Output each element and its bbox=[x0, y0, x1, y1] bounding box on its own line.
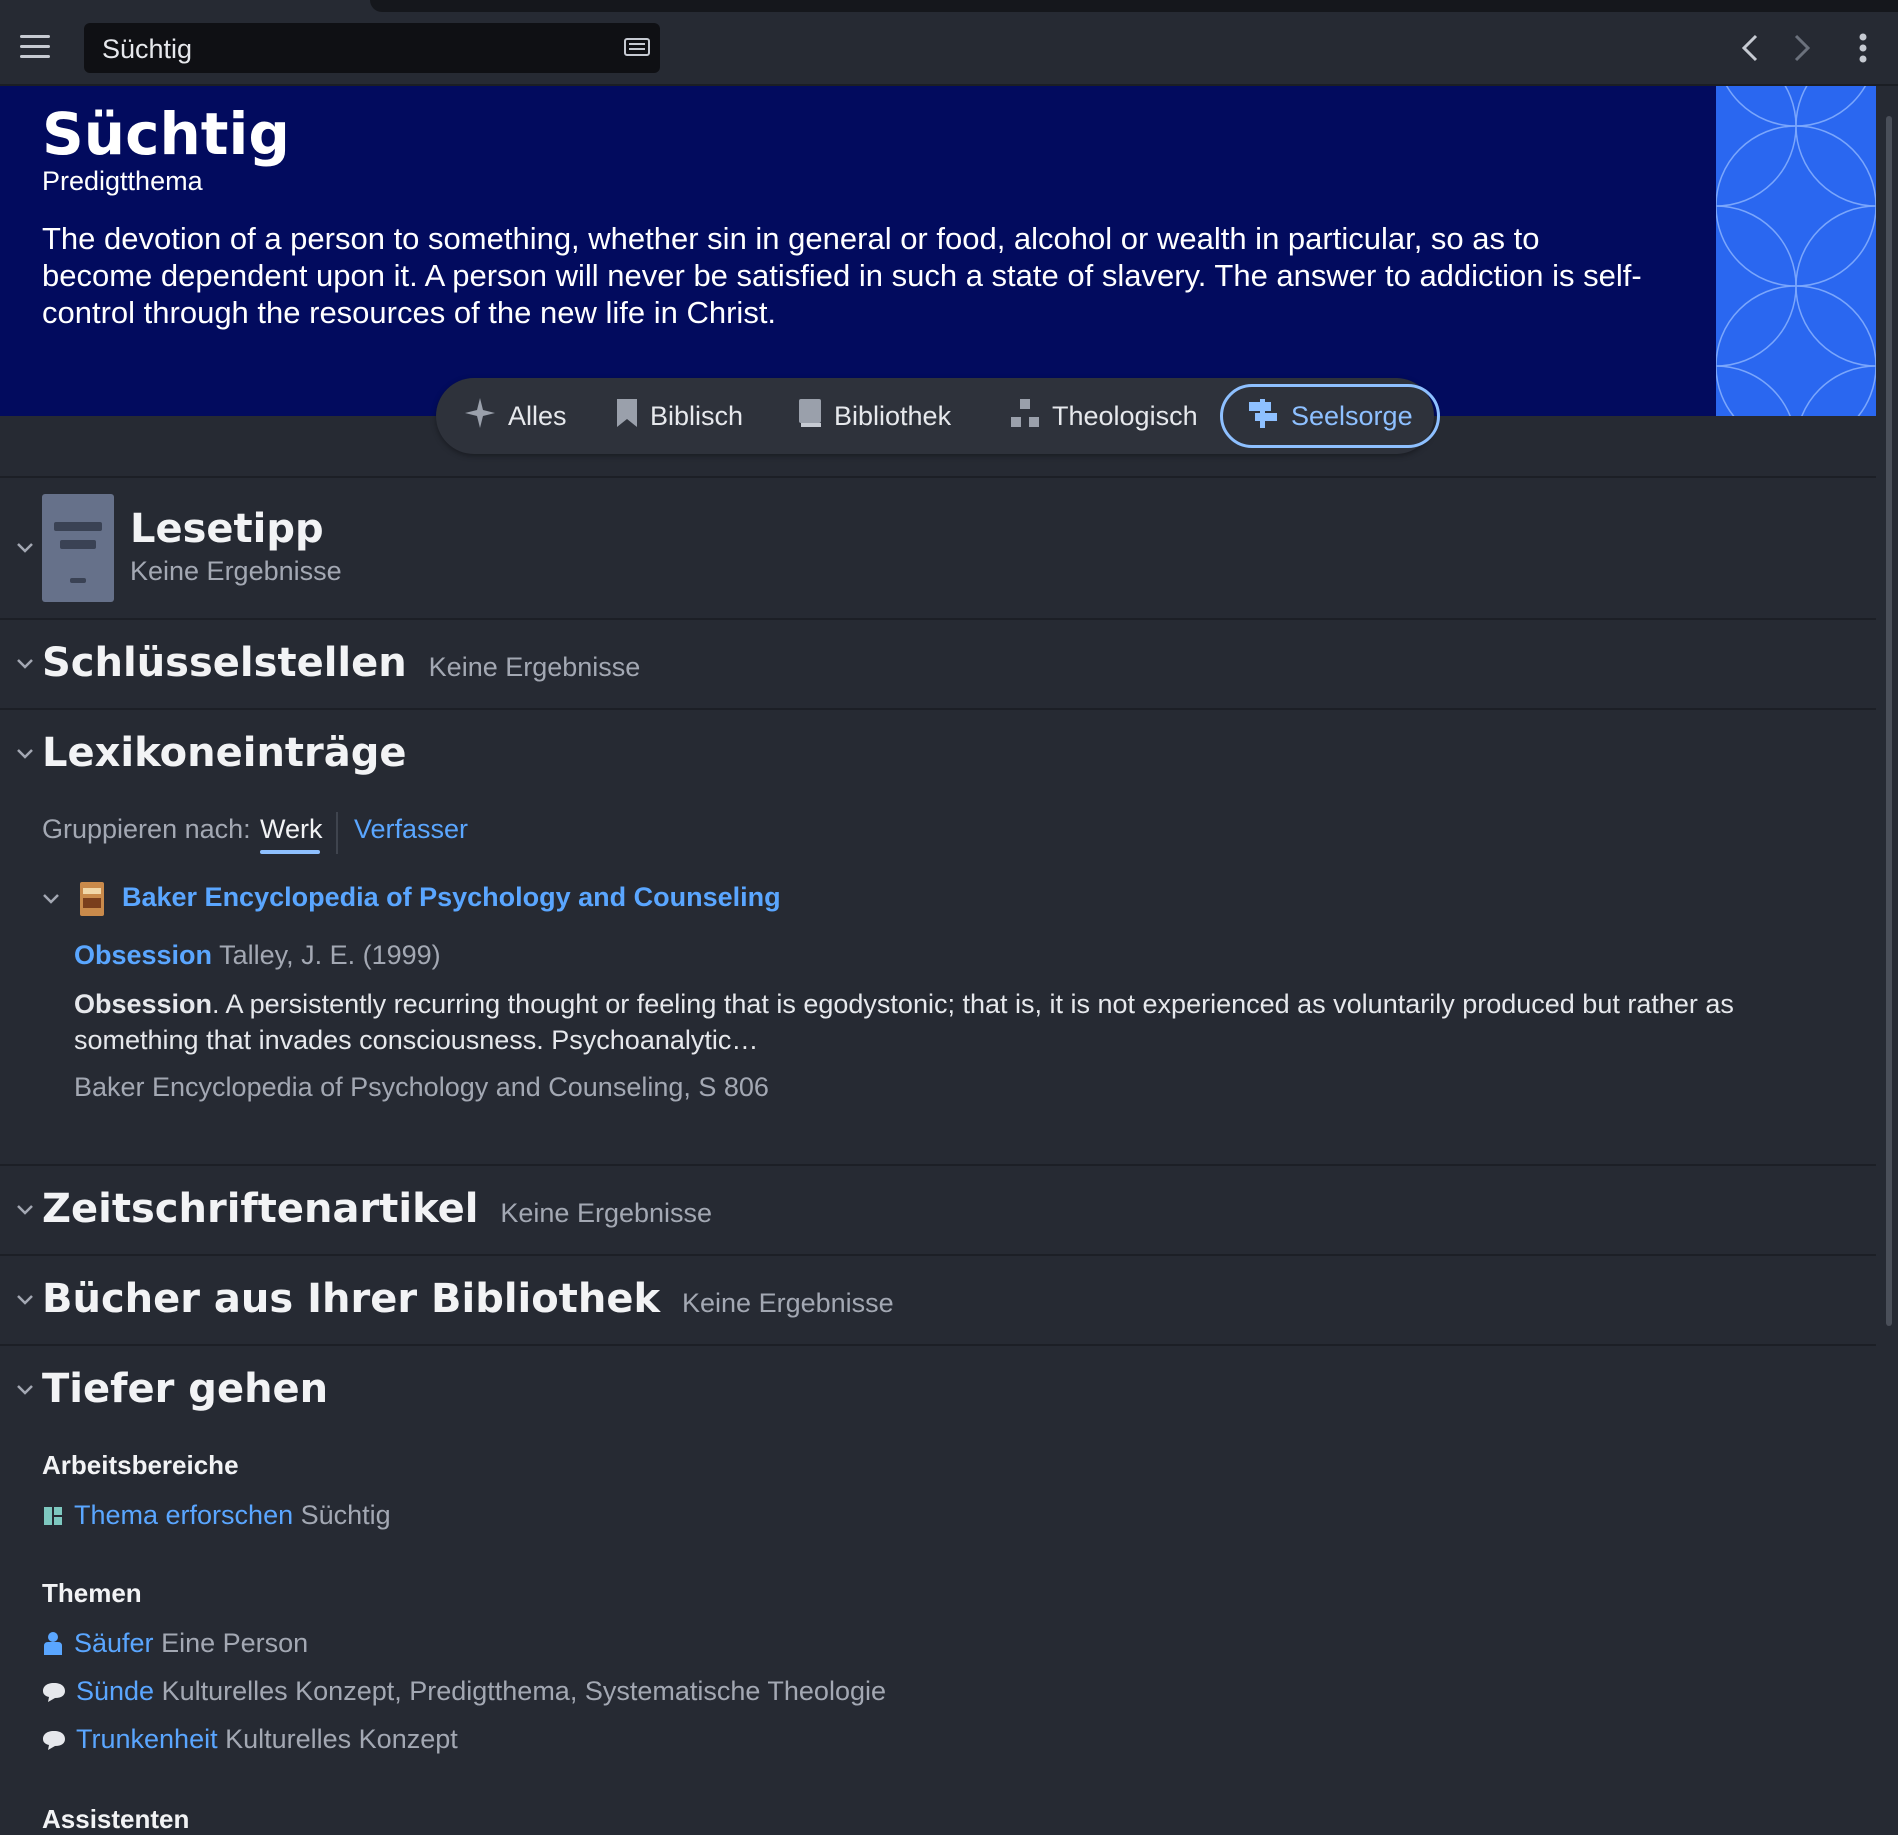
arbeitsbereich-link[interactable]: Thema erforschen bbox=[74, 1500, 293, 1530]
arbeitsbereich-detail: Süchtig bbox=[300, 1500, 391, 1530]
toolbar: Süchtig bbox=[0, 0, 1898, 86]
tab-label: Alles bbox=[508, 400, 567, 431]
hierarchy-icon bbox=[1010, 398, 1040, 435]
more-vertical-icon[interactable] bbox=[1848, 32, 1878, 64]
group-option-werk[interactable]: Werk bbox=[260, 814, 323, 845]
section-status-lesetipp: Keine Ergebnisse bbox=[130, 556, 342, 586]
sparkle-icon bbox=[464, 397, 496, 436]
chevron-down-icon[interactable] bbox=[16, 658, 34, 670]
entry-author: Talley, J. E. (1999) bbox=[219, 940, 441, 970]
subheading-arbeitsbereiche: Arbeitsbereiche bbox=[42, 1450, 239, 1480]
excerpt-text: . A persistently recurring thought or fe… bbox=[74, 989, 1734, 1055]
section-status: Keine Ergebnisse bbox=[500, 1198, 713, 1228]
theme-link[interactable]: Sünde bbox=[76, 1676, 154, 1706]
list-item: Sünde Kulturelles Konzept, Predigtthema,… bbox=[42, 1676, 886, 1707]
list-item: Trunkenheit Kulturelles Konzept bbox=[42, 1724, 458, 1755]
search-input[interactable]: Süchtig bbox=[84, 23, 660, 73]
theme-link[interactable]: Trunkenheit bbox=[76, 1724, 218, 1754]
topic-header: Süchtig Predigtthema The devotion of a p… bbox=[0, 86, 1716, 416]
chevron-down-icon[interactable] bbox=[16, 1384, 34, 1396]
speech-bubble-icon bbox=[43, 1683, 65, 1702]
list-item: Thema erforschen Süchtig bbox=[42, 1500, 391, 1531]
theme-link[interactable]: Säufer bbox=[74, 1628, 154, 1658]
layout-icon bbox=[44, 1507, 62, 1525]
excerpt-bold: Obsession bbox=[74, 989, 213, 1019]
section-title-lexikon: Lexikoneinträge bbox=[42, 730, 407, 776]
entry-excerpt: Obsession. A persistently recurring thou… bbox=[74, 986, 1834, 1058]
page-title: Süchtig bbox=[42, 100, 290, 168]
chevron-down-icon[interactable] bbox=[16, 1294, 34, 1306]
section-title-schluesselstellen: Schlüsselstellen Keine Ergebnisse bbox=[42, 640, 640, 686]
section-title-text: Schlüsselstellen bbox=[42, 640, 407, 686]
signpost-icon bbox=[1247, 397, 1279, 436]
section-title-text: Bücher aus Ihrer Bibliothek bbox=[42, 1276, 661, 1322]
topic-description: The devotion of a person to something, w… bbox=[42, 221, 1642, 330]
tab-bibliothek[interactable]: Bibliothek bbox=[798, 384, 951, 448]
chevron-down-icon[interactable] bbox=[16, 748, 34, 760]
entry-title-link[interactable]: Obsession bbox=[74, 940, 212, 970]
tab-label: Seelsorge bbox=[1291, 400, 1413, 431]
tab-label: Biblisch bbox=[650, 400, 744, 431]
header-artwork bbox=[1716, 86, 1876, 416]
chevron-left-icon[interactable] bbox=[1736, 32, 1766, 64]
chevron-down-icon[interactable] bbox=[16, 542, 34, 554]
group-by-label: Gruppieren nach: bbox=[42, 814, 251, 844]
person-icon bbox=[44, 1632, 62, 1655]
book-icon bbox=[798, 398, 822, 435]
section-divider bbox=[0, 708, 1876, 710]
bookmark-icon bbox=[616, 398, 638, 435]
speech-bubble-icon bbox=[43, 1731, 65, 1750]
subheading-themen: Themen bbox=[42, 1578, 142, 1608]
section-status: Keine Ergebnisse bbox=[428, 652, 641, 682]
page-subtitle: Predigtthema bbox=[42, 166, 203, 196]
section-divider bbox=[0, 476, 1876, 478]
tab-alles[interactable]: Alles bbox=[464, 384, 567, 448]
selected-underline bbox=[260, 850, 320, 854]
scrollbar[interactable] bbox=[1886, 116, 1892, 1326]
tab-label: Bibliothek bbox=[834, 400, 952, 431]
hamburger-icon[interactable] bbox=[20, 35, 50, 59]
tab-theologisch[interactable]: Theologisch bbox=[1010, 384, 1198, 448]
group-separator bbox=[336, 812, 338, 854]
section-title-tiefer: Tiefer gehen bbox=[42, 1366, 329, 1412]
chevron-down-icon[interactable] bbox=[16, 1204, 34, 1216]
section-divider bbox=[0, 618, 1876, 620]
section-title-buecher: Bücher aus Ihrer Bibliothek Keine Ergebn… bbox=[42, 1276, 894, 1322]
section-title-text: Zeitschriftenartikel bbox=[42, 1186, 479, 1232]
theme-detail: Eine Person bbox=[161, 1628, 309, 1658]
search-value[interactable]: Süchtig bbox=[102, 34, 192, 65]
keyboard-icon[interactable] bbox=[624, 38, 650, 56]
section-status: Keine Ergebnisse bbox=[682, 1288, 894, 1318]
filter-tabs: Alles Biblisch Bibliothek Theologisch Se… bbox=[436, 378, 1440, 454]
theme-detail: Kulturelles Konzept, Predigtthema, Syste… bbox=[161, 1676, 886, 1706]
list-item: Säufer Eine Person bbox=[42, 1628, 308, 1659]
chevron-down-icon[interactable] bbox=[42, 893, 60, 905]
entry-heading: Obsession Talley, J. E. (1999) bbox=[74, 940, 441, 971]
book-thumbnail-icon bbox=[80, 882, 104, 916]
section-title-zeitschriften: Zeitschriftenartikel Keine Ergebnisse bbox=[42, 1186, 712, 1232]
tab-label: Theologisch bbox=[1052, 400, 1198, 431]
section-divider bbox=[0, 1164, 1876, 1166]
section-title-lesetipp: Lesetipp bbox=[130, 506, 324, 552]
tab-biblisch[interactable]: Biblisch bbox=[616, 384, 743, 448]
tab-seelsorge[interactable]: Seelsorge bbox=[1220, 384, 1440, 448]
book-cover-icon bbox=[42, 494, 114, 602]
section-divider bbox=[0, 1254, 1876, 1256]
work-title-link[interactable]: Baker Encyclopedia of Psychology and Cou… bbox=[122, 882, 781, 913]
chevron-right-icon[interactable] bbox=[1786, 32, 1816, 64]
theme-detail: Kulturelles Konzept bbox=[225, 1724, 458, 1754]
subheading-assistenten: Assistenten bbox=[42, 1804, 190, 1834]
entry-source: Baker Encyclopedia of Psychology and Cou… bbox=[74, 1072, 769, 1102]
section-divider bbox=[0, 1344, 1876, 1346]
group-option-verfasser[interactable]: Verfasser bbox=[354, 814, 468, 845]
